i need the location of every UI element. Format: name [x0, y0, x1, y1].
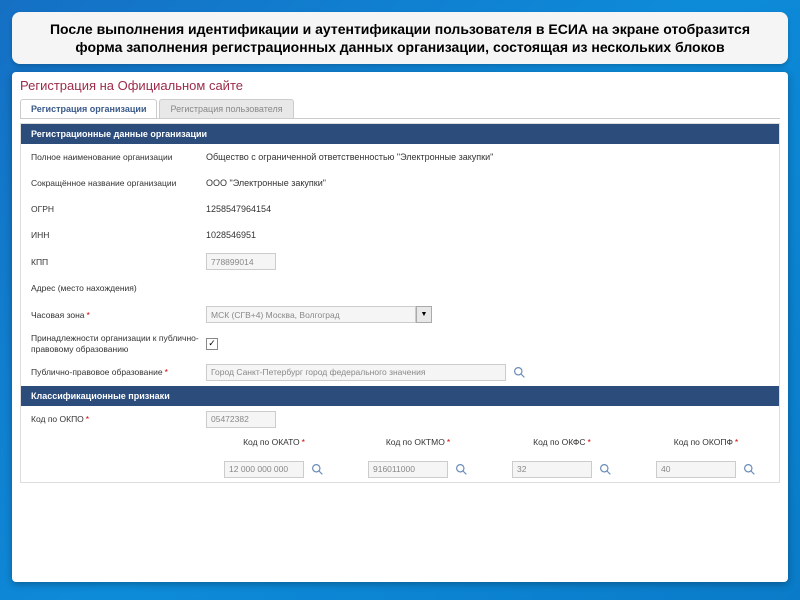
input-okato[interactable] — [224, 461, 304, 478]
caption-text: После выполнения идентификации и аутенти… — [26, 20, 774, 56]
label-short-name: Сокращённое название организации — [31, 178, 206, 188]
row-ogrn: ОГРН 1258547964154 — [21, 196, 779, 222]
row-codes-labels: Код по ОКАТО* Код по ОКТМО* Код по ОКФС*… — [21, 433, 779, 457]
row-codes-inputs — [21, 457, 779, 482]
input-okfs[interactable] — [512, 461, 592, 478]
form-content: Регистрационные данные организации Полно… — [20, 123, 780, 482]
search-icon[interactable] — [742, 462, 756, 476]
row-address: Адрес (место нахождения) — [21, 275, 779, 301]
value-ogrn: 1258547964154 — [206, 204, 271, 214]
value-full-name: Общество с ограниченной ответственностью… — [206, 152, 493, 162]
label-full-name: Полное наименование организации — [31, 152, 206, 162]
row-inn: ИНН 1028546951 — [21, 222, 779, 248]
label-ogrn: ОГРН — [31, 204, 206, 214]
input-okopf[interactable] — [656, 461, 736, 478]
input-okpo[interactable] — [206, 411, 276, 428]
input-kpp[interactable] — [206, 253, 276, 270]
tab-org-registration[interactable]: Регистрация организации — [20, 99, 157, 118]
label-public-org: Принадлежности организации к публично-пр… — [31, 333, 206, 353]
row-kpp: КПП — [21, 248, 779, 275]
page-title: Регистрация на Официальном сайте — [20, 78, 780, 93]
label-oktmo: Код по ОКТМО* — [355, 437, 481, 447]
row-public-entity: Публично-правовое образование* — [21, 359, 779, 386]
search-icon[interactable] — [598, 462, 612, 476]
chevron-down-icon[interactable]: ▼ — [416, 306, 432, 323]
section-header-reg-data: Регистрационные данные организации — [21, 124, 779, 144]
label-okpo: Код по ОКПО* — [31, 414, 206, 424]
label-address: Адрес (место нахождения) — [31, 283, 206, 293]
search-icon[interactable] — [512, 365, 526, 379]
app-window: Регистрация на Официальном сайте Регистр… — [12, 72, 788, 582]
search-icon[interactable] — [454, 462, 468, 476]
input-public-entity[interactable] — [206, 364, 506, 381]
label-timezone: Часовая зона* — [31, 310, 206, 320]
row-public-org: Принадлежности организации к публично-пр… — [21, 328, 779, 358]
label-okato: Код по ОКАТО* — [211, 437, 337, 447]
search-icon[interactable] — [310, 462, 324, 476]
slide-caption: После выполнения идентификации и аутенти… — [12, 12, 788, 64]
input-timezone[interactable] — [206, 306, 416, 323]
tabs: Регистрация организации Регистрация поль… — [20, 99, 780, 119]
value-short-name: ООО "Электронные закупки" — [206, 178, 326, 188]
label-inn: ИНН — [31, 230, 206, 240]
label-okopf: Код по ОКОПФ* — [643, 437, 769, 447]
row-full-name: Полное наименование организации Общество… — [21, 144, 779, 170]
section-header-classification: Классификационные признаки — [21, 386, 779, 406]
label-public-entity: Публично-правовое образование* — [31, 367, 206, 377]
input-oktmo[interactable] — [368, 461, 448, 478]
value-inn: 1028546951 — [206, 230, 256, 240]
row-short-name: Сокращённое название организации ООО "Эл… — [21, 170, 779, 196]
label-okfs: Код по ОКФС* — [499, 437, 625, 447]
checkbox-public-org[interactable]: ✓ — [206, 338, 218, 350]
label-kpp: КПП — [31, 257, 206, 267]
row-timezone: Часовая зона* ▼ — [21, 301, 779, 328]
row-okpo: Код по ОКПО* — [21, 406, 779, 433]
dropdown-timezone[interactable]: ▼ — [206, 306, 432, 323]
tab-user-registration[interactable]: Регистрация пользователя — [159, 99, 293, 118]
